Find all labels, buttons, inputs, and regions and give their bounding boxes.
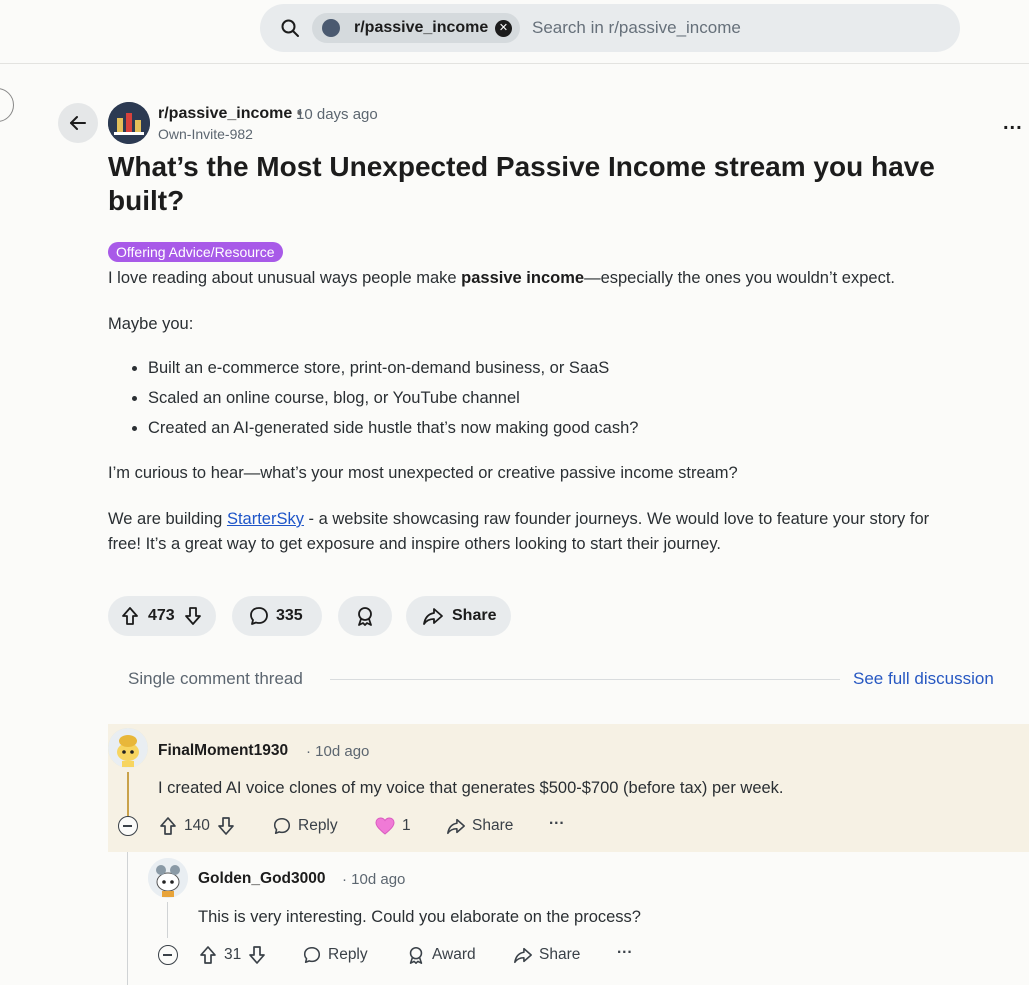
collapse-thread-button[interactable] bbox=[158, 945, 178, 965]
comment-count: 335 bbox=[276, 607, 303, 624]
upvote-icon[interactable] bbox=[158, 816, 178, 836]
comment-text: I created AI voice clones of my voice th… bbox=[158, 779, 784, 797]
single-thread-label: Single comment thread bbox=[128, 669, 303, 688]
post-question: I’m curious to hear—what’s your most une… bbox=[108, 464, 738, 482]
list-item: Created an AI-generated side hustle that… bbox=[148, 416, 638, 446]
share-button[interactable]: Share bbox=[513, 945, 580, 965]
search-icon bbox=[281, 19, 299, 37]
upvote-icon[interactable] bbox=[198, 945, 218, 965]
subreddit-chip-label: r/passive_income bbox=[354, 19, 489, 36]
subreddit-avatar-image bbox=[108, 102, 150, 144]
share-label: Share bbox=[452, 607, 497, 624]
intro-bold: passive income bbox=[461, 269, 585, 287]
share-button[interactable]: Share bbox=[406, 596, 511, 636]
comment-username[interactable]: FinalMoment1930 bbox=[158, 742, 288, 760]
share-label: Share bbox=[539, 946, 581, 963]
downvote-icon[interactable] bbox=[216, 816, 236, 836]
see-full-discussion-link[interactable]: See full discussion bbox=[853, 669, 994, 689]
post-maybe: Maybe you: bbox=[108, 315, 194, 333]
post-page: r/passive_income ✕ r/passive_income • 10… bbox=[0, 0, 1029, 985]
comment-time-text: 10d ago bbox=[351, 871, 406, 888]
search-input[interactable] bbox=[532, 15, 832, 41]
more-label: ··· bbox=[549, 815, 565, 832]
subreddit-filter-chip[interactable]: r/passive_income ✕ bbox=[312, 13, 520, 43]
top-bar: r/passive_income ✕ bbox=[0, 0, 1029, 64]
list-item: Scaled an online course, blog, or YouTub… bbox=[148, 386, 638, 416]
thread-line bbox=[127, 772, 129, 816]
subreddit-avatar[interactable] bbox=[108, 102, 150, 144]
post-promo-line2: free! It’s a great way to get exposure a… bbox=[108, 535, 721, 553]
more-options-button[interactable]: ··· bbox=[549, 815, 565, 833]
heart-award-icon bbox=[375, 817, 395, 835]
award-button[interactable]: 1 bbox=[374, 816, 411, 836]
close-icon[interactable]: ✕ bbox=[495, 20, 512, 37]
comment-vote-count: 140 bbox=[184, 817, 210, 834]
reply-label: Reply bbox=[328, 946, 368, 963]
post-title: What’s the Most Unexpected Passive Incom… bbox=[108, 151, 935, 216]
promo-text-end: - a website showcasing raw founder journ… bbox=[303, 510, 930, 528]
award-button[interactable] bbox=[338, 596, 392, 636]
award-icon bbox=[409, 946, 423, 964]
thread-divider bbox=[330, 679, 840, 680]
list-item: Built an e-commerce store, print-on-dema… bbox=[148, 356, 638, 386]
post-promo: We are building StarterSky - a website s… bbox=[108, 507, 929, 531]
commenter-avatar[interactable] bbox=[108, 728, 148, 768]
snoo-avatar-image bbox=[108, 728, 148, 768]
share-icon bbox=[514, 947, 532, 964]
award-count: 1 bbox=[402, 817, 411, 834]
intro-text: I love reading about unusual ways people… bbox=[108, 269, 462, 287]
post-author[interactable]: Own-Invite-982 bbox=[158, 126, 253, 142]
comment-icon bbox=[303, 946, 321, 964]
comment-icon bbox=[273, 817, 291, 835]
downvote-icon[interactable] bbox=[247, 945, 267, 965]
comment-time: · 10d ago bbox=[306, 743, 370, 760]
comments-button[interactable]: 335 bbox=[232, 596, 322, 636]
upvote-icon[interactable] bbox=[120, 606, 140, 626]
share-icon bbox=[447, 818, 465, 835]
comment-vote-group: 31 bbox=[198, 945, 267, 965]
vote-pill: 473 bbox=[108, 596, 216, 636]
commenter-avatar[interactable] bbox=[148, 858, 188, 898]
post-bullet-list: Built an e-commerce store, print-on-dema… bbox=[130, 356, 638, 446]
startersky-link[interactable]: StarterSky bbox=[227, 510, 304, 528]
left-edge-control[interactable] bbox=[0, 88, 14, 122]
post-time: 10 days ago bbox=[296, 106, 378, 123]
comment-text: This is very interesting. Could you elab… bbox=[198, 908, 641, 926]
comment-vote-count: 31 bbox=[224, 946, 242, 963]
back-button[interactable] bbox=[58, 103, 98, 143]
share-button[interactable]: Share bbox=[446, 816, 513, 836]
reply-button[interactable]: Reply bbox=[272, 816, 338, 836]
subreddit-name-text[interactable]: r/passive_income bbox=[158, 105, 292, 122]
comment-vote-group: 140 bbox=[158, 816, 236, 836]
subreddit-chip-avatar bbox=[322, 19, 340, 37]
comment-username[interactable]: Golden_God3000 bbox=[198, 870, 325, 888]
promo-text: We are building bbox=[108, 510, 227, 528]
post-flair[interactable]: Offering Advice/Resource bbox=[108, 242, 283, 262]
search-bar[interactable]: r/passive_income ✕ bbox=[260, 4, 960, 52]
reply-label: Reply bbox=[298, 817, 338, 834]
comment-time-text: 10d ago bbox=[315, 743, 370, 760]
thread-line bbox=[167, 902, 168, 938]
subreddit-name[interactable]: r/passive_income • bbox=[158, 105, 302, 123]
comment-time: · 10d ago bbox=[342, 871, 406, 888]
post-more-menu[interactable]: ... bbox=[1003, 112, 1023, 135]
collapse-thread-button[interactable] bbox=[118, 816, 138, 836]
upvote-count: 473 bbox=[148, 607, 175, 624]
award-icon bbox=[358, 607, 372, 626]
award-button[interactable]: Award bbox=[406, 945, 476, 965]
post-intro: I love reading about unusual ways people… bbox=[108, 266, 895, 290]
award-label: Award bbox=[432, 946, 476, 963]
share-icon bbox=[423, 608, 443, 625]
more-label: ··· bbox=[617, 944, 633, 961]
share-label: Share bbox=[472, 817, 514, 834]
downvote-icon[interactable] bbox=[183, 606, 203, 626]
reply-button[interactable]: Reply bbox=[302, 945, 368, 965]
comment-icon bbox=[250, 607, 268, 625]
more-options-button[interactable]: ··· bbox=[617, 944, 633, 962]
snoo-avatar-image bbox=[148, 858, 188, 898]
intro-text-end: —especially the ones you wouldn’t expect… bbox=[584, 269, 895, 287]
arrow-left-icon bbox=[70, 116, 86, 130]
thread-line bbox=[127, 852, 128, 985]
